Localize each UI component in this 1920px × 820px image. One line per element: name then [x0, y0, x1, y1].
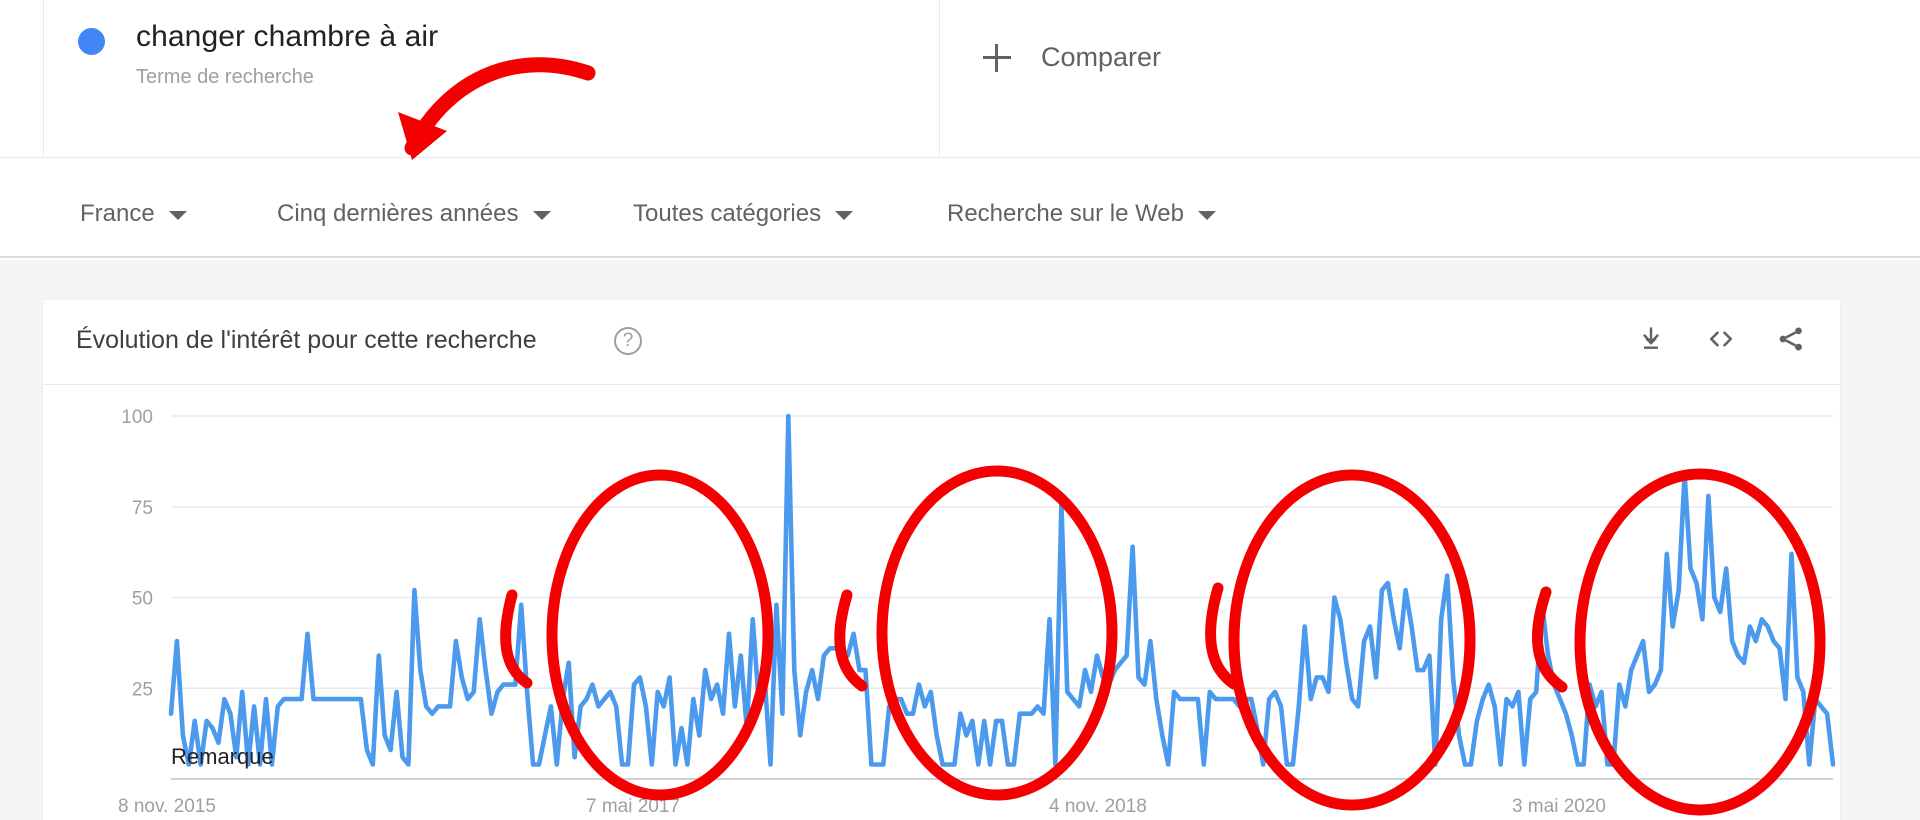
chevron-down-icon: [835, 211, 854, 220]
search-term-bar: changer chambre à air Terme de recherche…: [0, 0, 1920, 158]
chevron-down-icon: [532, 211, 551, 220]
main-content: Évolution de l'intérêt pour cette recher…: [0, 260, 1920, 820]
help-circle-icon[interactable]: ?: [614, 327, 642, 355]
y-axis-tick: 100: [121, 407, 153, 428]
y-axis-tick: 50: [132, 589, 153, 610]
plus-icon: [983, 43, 1011, 72]
interest-over-time-chart[interactable]: 25 50 75 100 8 nov. 2015 7 mai 2017 4 nov. 20…: [43, 386, 1840, 820]
add-comparison-button[interactable]: Comparer: [983, 42, 1161, 73]
filter-bar: France Cinq dernières années Toutes caté…: [0, 158, 1920, 258]
series-color-dot-icon: [78, 28, 105, 55]
google-trends-page: changer chambre à air Terme de recherche…: [0, 0, 1920, 820]
chart-note-label: Remarque: [171, 744, 274, 769]
compare-card: Comparer: [941, 0, 1920, 157]
search-term-subtitle: Terme de recherche: [136, 66, 314, 88]
x-axis-tick: 4 nov. 2018: [1049, 796, 1147, 817]
share-icon[interactable]: [1774, 322, 1808, 356]
filter-category-label: Toutes catégories: [633, 200, 822, 227]
search-term-card[interactable]: changer chambre à air Terme de recherche: [43, 0, 940, 157]
x-axis-tick: 8 nov. 2015: [118, 796, 216, 817]
search-term-title: changer chambre à air: [136, 20, 439, 53]
chevron-down-icon: [168, 211, 187, 220]
chart-y-axis-labels: 25 50 75 100: [121, 407, 153, 700]
y-axis-tick: 25: [132, 679, 153, 700]
filter-location[interactable]: France: [80, 200, 187, 228]
embed-code-icon[interactable]: [1704, 322, 1738, 356]
download-icon[interactable]: [1634, 322, 1668, 356]
filter-search-type-label: Recherche sur le Web: [947, 200, 1184, 227]
chart-actions: [1634, 322, 1808, 356]
filter-location-label: France: [80, 200, 155, 227]
filter-category[interactable]: Toutes catégories: [633, 200, 854, 228]
chevron-down-icon: [1198, 211, 1216, 220]
filter-time-range[interactable]: Cinq dernières années: [277, 200, 551, 228]
chart-card-header: Évolution de l'intérêt pour cette recher…: [43, 300, 1840, 385]
filter-search-type[interactable]: Recherche sur le Web: [947, 200, 1216, 228]
chart-x-axis-labels: 8 nov. 2015 7 mai 2017 4 nov. 2018 3 mai 20…: [118, 796, 1606, 817]
x-axis-tick: 3 mai 2020: [1512, 796, 1606, 817]
y-axis-tick: 75: [132, 498, 153, 519]
trend-line-series: [168, 413, 1836, 767]
interest-over-time-card: Évolution de l'intérêt pour cette recher…: [43, 300, 1840, 820]
chart-title: Évolution de l'intérêt pour cette recher…: [76, 326, 537, 354]
x-axis-tick: 7 mai 2017: [586, 796, 680, 817]
chart-svg: 25 50 75 100 8 nov. 2015 7 mai 2017 4 nov. 20…: [118, 407, 1836, 817]
compare-button-label: Comparer: [1041, 42, 1162, 72]
filter-time-range-label: Cinq dernières années: [277, 200, 519, 227]
